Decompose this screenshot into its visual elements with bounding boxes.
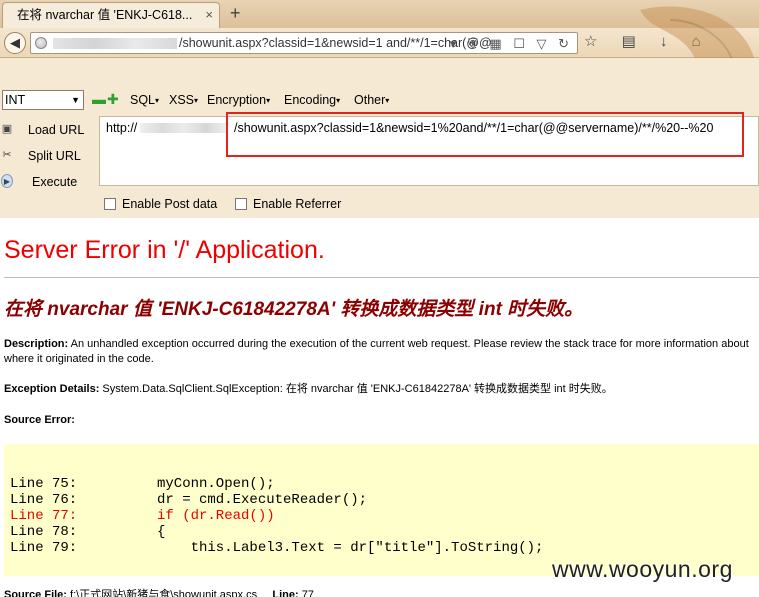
code-line: Line 79: this.Label3.Text = dr["title"].… xyxy=(10,540,543,556)
code-text: dr = cmd.ExecuteReader(); xyxy=(157,492,368,508)
highlight-annotation xyxy=(226,112,744,157)
code-line: Line 75: myConn.Open(); xyxy=(10,476,275,492)
decrement-icon[interactable]: ▬ xyxy=(92,91,106,107)
hackbar-toolbar: INT ▼ ▬ ✚ SQL▾ XSS▾ Encryption▾ Encoding… xyxy=(0,90,759,112)
dropdown-arrow-icon: ▾ xyxy=(155,96,160,105)
code-text: { xyxy=(157,524,166,540)
code-text: if (dr.Read()) xyxy=(157,508,275,524)
execute-button[interactable]: ▶ Execute xyxy=(0,172,98,192)
description-paragraph: Description: An unhandled exception occu… xyxy=(4,337,749,367)
redacted-host xyxy=(140,123,228,133)
toolbar-icons[interactable]: ☆ ▤ ↓ ⌂ xyxy=(584,32,711,50)
line-value: 77 xyxy=(298,589,314,597)
dropdown-arrow-icon: ▾ xyxy=(385,96,390,105)
dropdown-arrow-icon: ▾ xyxy=(266,96,271,105)
description-text: An unhandled exception occurred during t… xyxy=(68,338,749,350)
exception-details: Exception Details: System.Data.SqlClient… xyxy=(4,382,613,397)
code-line: Line 76: dr = cmd.ExecuteReader(); xyxy=(10,492,367,508)
code-text: myConn.Open(); xyxy=(157,476,275,492)
line-number: Line 79: xyxy=(10,540,78,556)
code-line-highlighted: Line 77: if (dr.Read()) xyxy=(10,508,275,524)
menu-encryption[interactable]: Encryption▾ xyxy=(207,93,270,107)
dropdown-arrow-icon: ▾ xyxy=(194,96,199,105)
exception-label: Exception Details: xyxy=(4,383,100,395)
error-message: 在将 nvarchar 值 'ENKJ-C61842278A' 转换成数据类型 … xyxy=(4,299,584,320)
navigation-bar: ◀ /showunit.aspx?classid=1&newsid=1 and/… xyxy=(0,28,759,58)
load-url-icon: ▣ xyxy=(1,123,13,135)
tab-strip: 在将 nvarchar 值 'ENKJ-C618... × + xyxy=(0,0,759,28)
back-button[interactable]: ◀ xyxy=(4,32,26,54)
line-number: Line 76: xyxy=(10,492,78,508)
error-page: Server Error in '/' Application. 在将 nvar… xyxy=(0,218,759,597)
line-number: Line 78: xyxy=(10,524,78,540)
address-text: /showunit.aspx?classid=1&newsid=1 and/**… xyxy=(179,36,492,50)
description-label: Description: xyxy=(4,338,69,350)
address-bar[interactable]: /showunit.aspx?classid=1&newsid=1 and/**… xyxy=(30,32,578,54)
new-tab-button[interactable]: + xyxy=(230,2,241,24)
menu-xss[interactable]: XSS▾ xyxy=(169,93,198,107)
chevron-down-icon: ▼ xyxy=(71,95,80,105)
menu-sql-label: SQL xyxy=(130,93,156,107)
source-error-heading: Source Error: xyxy=(4,413,75,428)
source-file-info: Source File: f:\正式网站\新猪与食\showunit.aspx.… xyxy=(4,586,314,597)
menu-encoding-label: Encoding xyxy=(284,93,337,107)
source-file-value: f:\正式网站\新猪与食\showunit.aspx.cs xyxy=(66,589,258,597)
page-title: Server Error in '/' Application. xyxy=(4,236,325,264)
watermark: www.wooyun.org xyxy=(552,556,733,582)
site-identity-icon[interactable] xyxy=(35,37,47,49)
enable-post-checkbox[interactable]: Enable Post data xyxy=(104,197,217,211)
execute-label: Execute xyxy=(32,175,78,189)
divider xyxy=(4,277,759,278)
enable-referrer-label: Enable Referrer xyxy=(253,197,342,211)
line-label: Line: xyxy=(272,589,299,597)
increment-icon[interactable]: ✚ xyxy=(107,91,119,107)
split-url-label: Split URL xyxy=(28,149,81,163)
hackbar-options: Enable Post data Enable Referrer xyxy=(0,193,759,215)
encoding-select-value: INT xyxy=(5,93,26,107)
line-number: Line 77: xyxy=(10,508,78,524)
checkbox-box[interactable] xyxy=(104,198,116,210)
code-text: this.Label3.Text = dr["title"].ToString(… xyxy=(157,540,544,556)
exception-text: System.Data.SqlClient.SqlException: 在将 n… xyxy=(99,383,613,395)
menu-other[interactable]: Other▾ xyxy=(354,93,389,107)
load-url-label: Load URL xyxy=(28,123,85,137)
browser-tab[interactable]: 在将 nvarchar 值 'ENKJ-C618... × xyxy=(2,2,220,28)
dropdown-arrow-icon: ▾ xyxy=(336,96,341,105)
menu-xss-label: XSS xyxy=(169,93,195,107)
redacted-host xyxy=(53,38,177,49)
menu-sql[interactable]: SQL▾ xyxy=(130,93,159,107)
menu-encryption-label: Encryption xyxy=(207,93,267,107)
description-text-2: where it originated in the code. xyxy=(4,353,154,365)
checkbox-box[interactable] xyxy=(235,198,247,210)
split-url-button[interactable]: ✂ Split URL xyxy=(0,146,98,166)
address-bar-icons[interactable]: ▾ ⛨ ▦ ☐ ▽ ↻ xyxy=(450,34,573,53)
url-prefix: http:// xyxy=(106,121,138,135)
menu-encoding[interactable]: Encoding▾ xyxy=(284,93,340,107)
encoding-select[interactable]: INT ▼ xyxy=(2,90,84,110)
source-error-label: Source Error: xyxy=(4,414,75,426)
code-line: Line 78: { xyxy=(10,524,165,540)
enable-referrer-checkbox[interactable]: Enable Referrer xyxy=(235,197,341,211)
execute-icon: ▶ xyxy=(1,174,13,188)
enable-post-label: Enable Post data xyxy=(122,197,218,211)
tab-close-icon[interactable]: × xyxy=(205,3,213,27)
menu-other-label: Other xyxy=(354,93,386,107)
load-url-button[interactable]: ▣ Load URL xyxy=(0,120,98,140)
back-arrow-icon: ◀ xyxy=(10,35,20,50)
line-number: Line 75: xyxy=(10,476,78,492)
split-url-icon: ✂ xyxy=(2,149,12,161)
tab-title: 在将 nvarchar 值 'ENKJ-C618... xyxy=(17,8,193,22)
source-file-label: Source File: xyxy=(4,589,67,597)
